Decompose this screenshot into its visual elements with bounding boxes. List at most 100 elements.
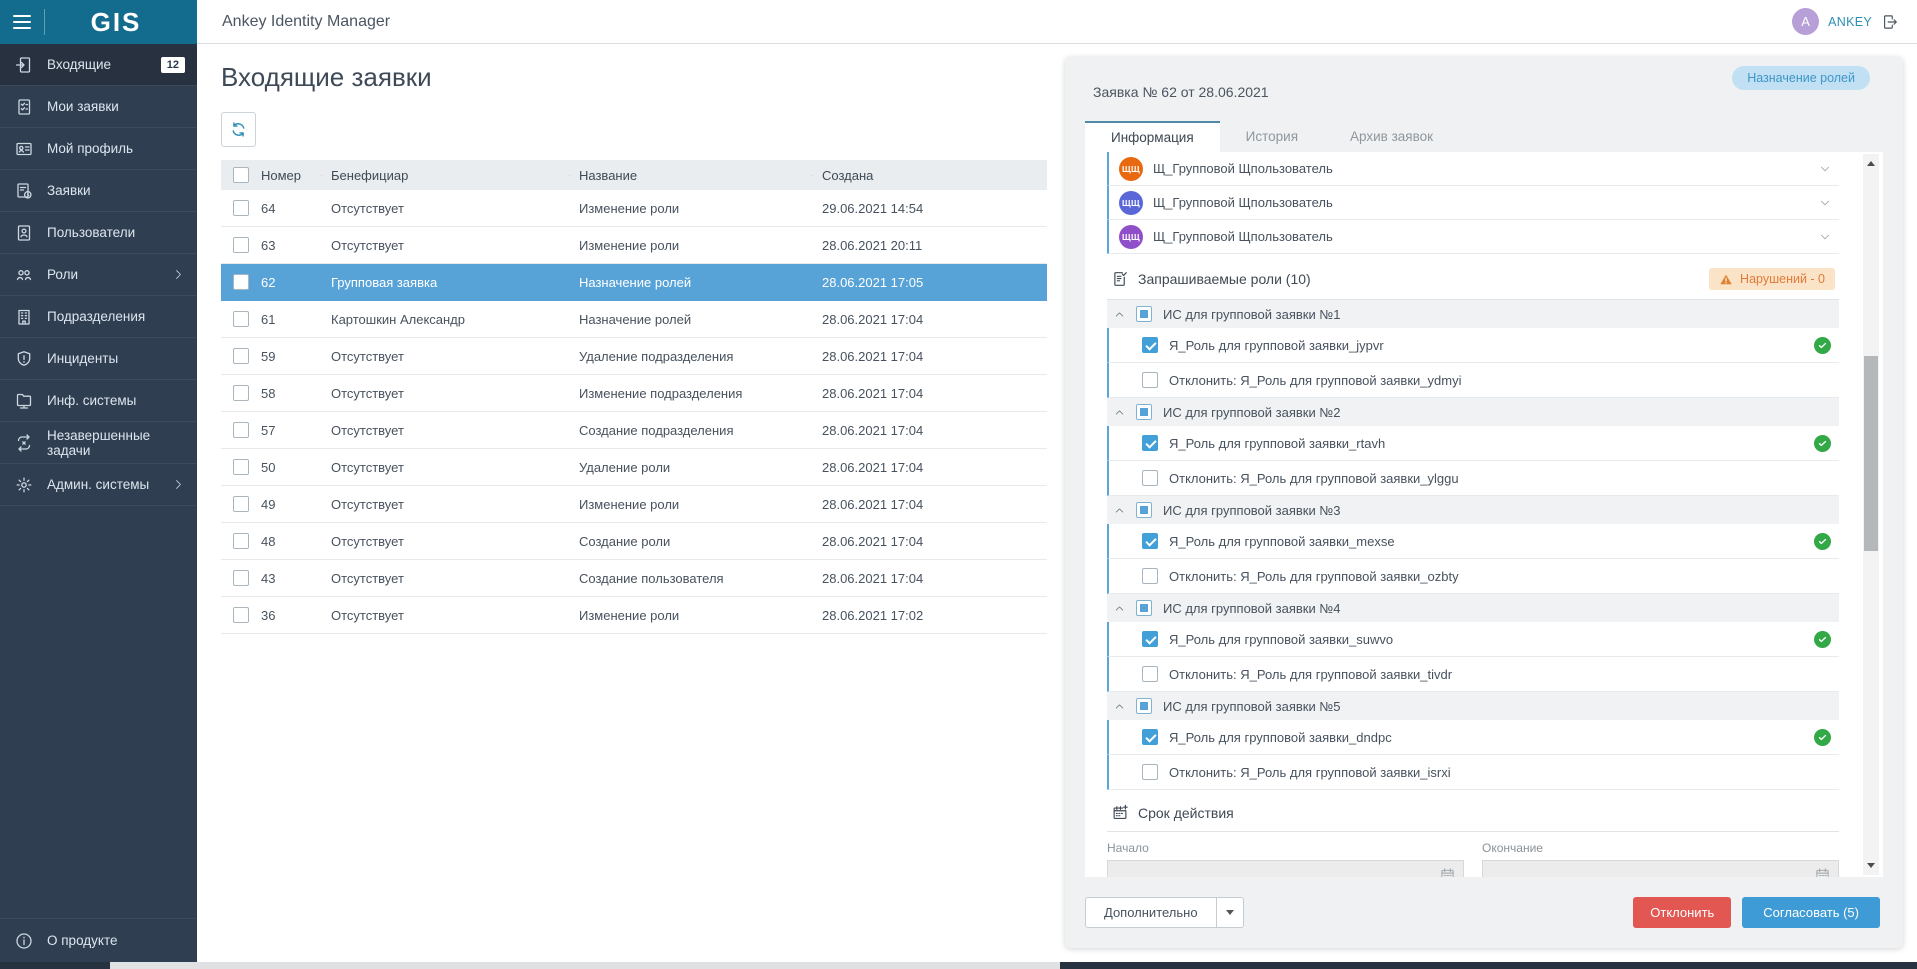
row-checkbox[interactable] xyxy=(233,422,249,438)
table-row[interactable]: 59 Отсутствует Удаление подразделения 28… xyxy=(221,338,1047,375)
row-checkbox[interactable] xyxy=(233,237,249,253)
sidebar-item-admin-systems[interactable]: Админ. системы xyxy=(0,464,197,506)
table-row[interactable]: 50 Отсутствует Удаление роли 28.06.2021 … xyxy=(221,449,1047,486)
chevron-down-icon[interactable] xyxy=(1819,197,1831,209)
validity-title: Срок действия xyxy=(1138,805,1234,821)
row-checkbox[interactable] xyxy=(233,533,249,549)
table-row[interactable]: 48 Отсутствует Создание роли 28.06.2021 … xyxy=(221,523,1047,560)
row-checkbox[interactable] xyxy=(233,385,249,401)
decline-role-checkbox[interactable] xyxy=(1142,666,1158,682)
cell-number: 64 xyxy=(261,201,321,216)
calendar-icon[interactable] xyxy=(1440,867,1455,878)
role-group-header[interactable]: ИС для групповой заявки №1 xyxy=(1107,300,1839,328)
role-group-header[interactable]: ИС для групповой заявки №3 xyxy=(1107,496,1839,524)
beneficiary-row[interactable]: ЩЩ Щ_Групповой Щпользователь xyxy=(1107,220,1839,254)
decline-role-checkbox[interactable] xyxy=(1142,372,1158,388)
sidebar-item-unfinished-tasks[interactable]: Незавершенные задачи xyxy=(0,422,197,464)
sidebar-item-users[interactable]: Пользователи xyxy=(0,212,197,254)
sidebar-item-my-requests[interactable]: Мои заявки xyxy=(0,86,197,128)
decline-role-checkbox[interactable] xyxy=(1142,470,1158,486)
table-row[interactable]: 64 Отсутствует Изменение роли 29.06.2021… xyxy=(221,190,1047,227)
calendar-plus-icon xyxy=(1111,804,1129,822)
panel-scrollbar[interactable] xyxy=(1863,154,1879,875)
scroll-down-arrow[interactable] xyxy=(1867,863,1875,868)
row-checkbox-cell xyxy=(221,274,261,290)
role-group-header[interactable]: ИС для групповой заявки №5 xyxy=(1107,692,1839,720)
sidebar-item-incidents[interactable]: Инциденты xyxy=(0,338,197,380)
tab-information[interactable]: Информация xyxy=(1085,121,1220,152)
logout-icon[interactable] xyxy=(1881,13,1899,31)
row-checkbox[interactable] xyxy=(233,274,249,290)
cell-number: 49 xyxy=(261,497,321,512)
approve-role-checkbox[interactable] xyxy=(1142,729,1158,745)
chevron-up-icon[interactable] xyxy=(1114,701,1125,712)
user-name[interactable]: ANKEY xyxy=(1828,15,1872,29)
sidebar-item-my-profile[interactable]: Мой профиль xyxy=(0,128,197,170)
chevron-up-icon[interactable] xyxy=(1114,505,1125,516)
chevron-down-icon[interactable] xyxy=(1819,231,1831,243)
sidebar-item-departments[interactable]: Подразделения xyxy=(0,296,197,338)
chevron-up-icon[interactable] xyxy=(1114,603,1125,614)
approve-role-checkbox[interactable] xyxy=(1142,435,1158,451)
group-checkbox[interactable] xyxy=(1136,404,1152,420)
row-checkbox[interactable] xyxy=(233,570,249,586)
approve-role-checkbox[interactable] xyxy=(1142,631,1158,647)
chevron-down-icon[interactable] xyxy=(1819,163,1831,175)
row-checkbox[interactable] xyxy=(233,459,249,475)
table-row[interactable]: 57 Отсутствует Создание подразделения 28… xyxy=(221,412,1047,449)
validity-end-input[interactable] xyxy=(1482,860,1839,877)
approve-role-checkbox[interactable] xyxy=(1142,337,1158,353)
row-checkbox[interactable] xyxy=(233,348,249,364)
cell-beneficiary: Групповая заявка xyxy=(321,275,569,290)
sidebar-item-roles[interactable]: Роли xyxy=(0,254,197,296)
table-row[interactable]: 43 Отсутствует Создание пользователя 28.… xyxy=(221,560,1047,597)
cell-beneficiary: Отсутствует xyxy=(321,238,569,253)
hamburger-menu-icon[interactable] xyxy=(0,15,44,29)
table-row[interactable]: 61 Картошкин Александр Назначение ролей … xyxy=(221,301,1047,338)
role-group-header[interactable]: ИС для групповой заявки №2 xyxy=(1107,398,1839,426)
decline-role-checkbox[interactable] xyxy=(1142,764,1158,780)
row-checkbox[interactable] xyxy=(233,607,249,623)
user-avatar[interactable]: A xyxy=(1792,8,1819,35)
tab-history[interactable]: История xyxy=(1220,121,1324,152)
more-actions-button[interactable]: Дополнительно xyxy=(1085,897,1217,928)
beneficiary-row[interactable]: ЩЩ Щ_Групповой Щпользователь xyxy=(1107,186,1839,220)
table-row[interactable]: 58 Отсутствует Изменение подразделения 2… xyxy=(221,375,1047,412)
row-checkbox[interactable] xyxy=(233,496,249,512)
validity-start-input[interactable] xyxy=(1107,860,1464,877)
sidebar-item-requests[interactable]: Заявки xyxy=(0,170,197,212)
beneficiary-row[interactable]: ЩЩ Щ_Групповой Щпользователь xyxy=(1107,152,1839,186)
role-group-header[interactable]: ИС для групповой заявки №4 xyxy=(1107,594,1839,622)
horizontal-scrollbar[interactable] xyxy=(0,962,1917,969)
refresh-button[interactable] xyxy=(221,112,256,147)
horizontal-scrollbar-thumb[interactable] xyxy=(110,962,1060,969)
group-checkbox[interactable] xyxy=(1136,698,1152,714)
row-checkbox[interactable] xyxy=(233,200,249,216)
tab-archive[interactable]: Архив заявок xyxy=(1324,121,1459,152)
decline-button[interactable]: Отклонить xyxy=(1633,897,1731,928)
chevron-up-icon[interactable] xyxy=(1114,407,1125,418)
decline-role-label: Отклонить: Я_Роль для групповой заявки_t… xyxy=(1169,667,1452,682)
table-row[interactable]: 62 Групповая заявка Назначение ролей 28.… xyxy=(221,264,1047,301)
cell-name: Назначение ролей xyxy=(569,275,812,290)
sidebar-item-inf-systems[interactable]: Инф. системы xyxy=(0,380,197,422)
decline-role-checkbox[interactable] xyxy=(1142,568,1158,584)
table-row[interactable]: 49 Отсутствует Изменение роли 28.06.2021… xyxy=(221,486,1047,523)
group-checkbox[interactable] xyxy=(1136,502,1152,518)
scroll-up-arrow[interactable] xyxy=(1867,161,1875,166)
table-row[interactable]: 63 Отсутствует Изменение роли 28.06.2021… xyxy=(221,227,1047,264)
chevron-up-icon[interactable] xyxy=(1114,309,1125,320)
sidebar-item-incoming[interactable]: Входящие 12 xyxy=(0,44,197,86)
group-checkbox[interactable] xyxy=(1136,600,1152,616)
topbar: Ankey Identity Manager A ANKEY xyxy=(197,0,1917,44)
approve-button[interactable]: Согласовать (5) xyxy=(1742,897,1880,928)
select-all-checkbox[interactable] xyxy=(233,167,249,183)
more-actions-dropdown-button[interactable] xyxy=(1217,897,1244,928)
group-checkbox[interactable] xyxy=(1136,306,1152,322)
row-checkbox[interactable] xyxy=(233,311,249,327)
approve-role-checkbox[interactable] xyxy=(1142,533,1158,549)
sidebar-item-about[interactable]: О продукте xyxy=(0,918,197,962)
calendar-icon[interactable] xyxy=(1815,867,1830,878)
scrollbar-thumb[interactable] xyxy=(1864,356,1878,551)
table-row[interactable]: 36 Отсутствует Изменение роли 28.06.2021… xyxy=(221,597,1047,634)
